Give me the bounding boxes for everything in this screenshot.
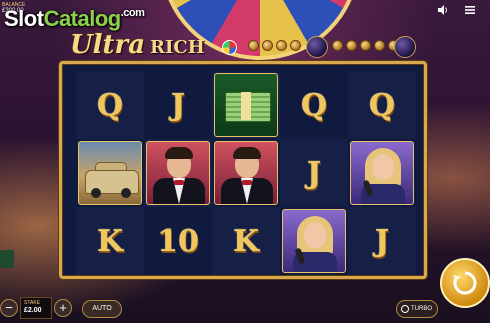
control-bar: − STAKE £2.00 + AUTO TURBO	[0, 297, 490, 323]
gentleman-icon	[214, 141, 278, 205]
reel-cell: J	[144, 71, 212, 139]
reel-cell	[76, 139, 144, 207]
spin-button[interactable]	[440, 258, 490, 308]
spin-icon	[453, 271, 477, 295]
gentleman-icon	[146, 141, 210, 205]
logo-rich: RICH	[150, 37, 205, 58]
reel-cell	[348, 139, 416, 207]
singer-icon	[282, 209, 346, 273]
logo-wheel-icon	[222, 40, 237, 55]
symbol-letter: J	[306, 155, 322, 191]
symbol-letter: Q	[300, 87, 328, 123]
meter-coin-icon	[360, 40, 371, 51]
meter-coin-icon	[276, 40, 287, 51]
reel-cell: Q	[76, 71, 144, 139]
car-wheel2	[121, 188, 131, 198]
symbol-letter: 10	[157, 223, 199, 259]
man-hair	[165, 147, 193, 159]
turbo-icon	[401, 305, 409, 313]
man-tie	[174, 180, 184, 185]
stake-value: £2.00	[24, 307, 42, 314]
reel-cell	[144, 139, 212, 207]
turbo-label: TURBO	[411, 306, 432, 312]
table-chip	[0, 250, 14, 268]
cash-stack-icon	[214, 73, 278, 137]
meter-orb-icon	[306, 36, 328, 58]
logo-ultra: Ultra	[70, 30, 146, 60]
reel-cell	[212, 71, 280, 139]
reel-grid: Q J Q Q J K 10 K J	[76, 71, 416, 275]
reel-cell	[280, 207, 348, 275]
stake-display: STAKE £2.00	[20, 297, 52, 319]
meter-coin-icon	[346, 40, 357, 51]
meter-coin-icon	[248, 40, 259, 51]
reel-cell: J	[348, 207, 416, 275]
reel-cell: 10	[144, 207, 212, 275]
reel-cell: Q	[280, 71, 348, 139]
stake-increase-button[interactable]: +	[54, 299, 72, 317]
watermark-catalog: Catalog	[43, 6, 122, 31]
symbol-letter: Q	[96, 87, 124, 123]
reel-cell: K	[212, 207, 280, 275]
meter-coin-icon	[332, 40, 343, 51]
reels-frame: Q J Q Q J K 10 K J	[59, 61, 427, 279]
woman-head	[372, 154, 394, 180]
reel-cell: K	[76, 207, 144, 275]
car-icon	[78, 141, 142, 205]
meter-coin-icon	[374, 40, 385, 51]
man-tie	[242, 180, 252, 185]
stake-decrease-button[interactable]: −	[0, 299, 18, 317]
symbol-letter: K	[96, 223, 124, 259]
watermark: SlotCatalog.com	[4, 6, 145, 32]
symbol-letter: K	[232, 223, 260, 259]
bonus-meter	[248, 40, 301, 51]
meter-coin-icon	[262, 40, 273, 51]
turbo-button[interactable]: TURBO	[396, 300, 438, 318]
speaker-icon[interactable]	[437, 4, 449, 19]
car-wheel1	[91, 188, 101, 198]
watermark-com: .com	[120, 7, 145, 19]
watermark-slot: Slot	[4, 6, 44, 31]
autoplay-button[interactable]: AUTO	[82, 300, 122, 318]
reel-cell: J	[280, 139, 348, 207]
meter-coin-icon	[290, 40, 301, 51]
cash-band	[241, 92, 251, 120]
symbol-letter: Q	[368, 87, 396, 123]
man-hair	[233, 147, 261, 159]
woman-head	[304, 222, 326, 248]
singer-icon	[350, 141, 414, 205]
stake-label: STAKE	[24, 300, 41, 306]
menu-icon[interactable]	[464, 4, 476, 19]
meter-orb-icon	[394, 36, 416, 58]
symbol-letter: J	[170, 87, 186, 123]
bonus-meter-2	[332, 40, 399, 51]
reel-cell: Q	[348, 71, 416, 139]
reel-cell	[212, 139, 280, 207]
symbol-letter: J	[374, 223, 390, 259]
